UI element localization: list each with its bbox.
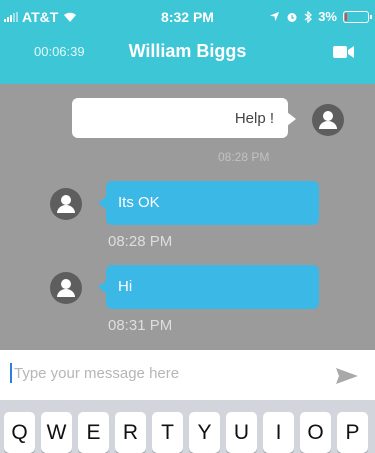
- message-timestamp: 08:28 PM: [108, 233, 173, 250]
- on-screen-keyboard: QWERTYUIOP: [0, 400, 375, 453]
- message-bubble-incoming: Hi: [98, 265, 319, 309]
- avatar: [312, 104, 344, 136]
- status-bar: AT&T 8:32 PM 3%: [0, 0, 375, 32]
- key-o[interactable]: O: [300, 412, 331, 453]
- location-arrow-icon: [270, 11, 280, 22]
- message-text: Its OK: [118, 194, 160, 211]
- video-camera-icon[interactable]: [333, 45, 355, 59]
- key-u[interactable]: U: [226, 412, 257, 453]
- status-right-group: 3%: [269, 9, 372, 24]
- contact-name: William Biggs: [128, 41, 247, 61]
- alarm-icon: [287, 12, 297, 22]
- battery-icon: [343, 10, 372, 23]
- send-icon[interactable]: [335, 367, 359, 385]
- message-bubble-outgoing: Help !: [72, 98, 296, 138]
- user-silhouette-icon: [319, 111, 337, 129]
- message-bubble-incoming: Its OK: [98, 181, 319, 225]
- message-text: Hi: [118, 278, 133, 295]
- avatar: [50, 188, 82, 220]
- keyboard-row-1: QWERTYUIOP: [4, 412, 368, 453]
- chat-nav-bar: 00:06:39 William Biggs: [0, 32, 375, 84]
- key-w[interactable]: W: [41, 412, 72, 453]
- key-i[interactable]: I: [263, 412, 294, 453]
- message-list[interactable]: Help ! 08:28 PM Its OK 08:28 PM Hi 08:31…: [0, 84, 375, 350]
- avatar: [50, 272, 82, 304]
- battery-percent: 3%: [318, 9, 337, 24]
- message-input[interactable]: [14, 360, 314, 386]
- message-text: Help !: [234, 110, 274, 127]
- message-timestamp: 08:28 PM: [218, 150, 270, 164]
- app-header: AT&T 8:32 PM 3% 00:06:39 William Biggs: [0, 0, 375, 84]
- message-composer: [0, 350, 375, 400]
- key-e[interactable]: E: [78, 412, 109, 453]
- user-silhouette-icon: [57, 195, 75, 213]
- key-t[interactable]: T: [152, 412, 183, 453]
- key-y[interactable]: Y: [189, 412, 220, 453]
- key-p[interactable]: P: [337, 412, 368, 453]
- key-q[interactable]: Q: [4, 412, 35, 453]
- key-r[interactable]: R: [115, 412, 146, 453]
- text-caret: [10, 363, 12, 383]
- message-timestamp: 08:31 PM: [108, 317, 173, 334]
- bluetooth-icon: [304, 10, 313, 23]
- user-silhouette-icon: [57, 279, 75, 297]
- battery-fill: [345, 12, 347, 21]
